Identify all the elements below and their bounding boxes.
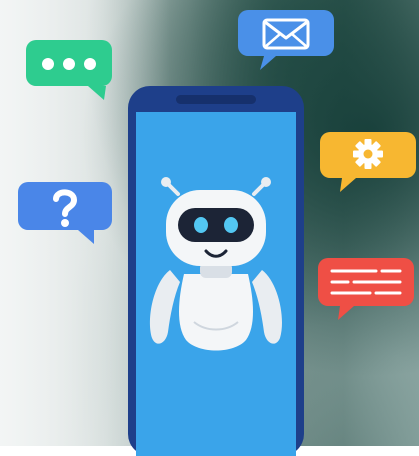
smartphone-icon — [128, 86, 304, 456]
gear-icon — [320, 132, 416, 192]
mail-icon — [238, 10, 334, 70]
text-lines-icon — [318, 258, 414, 320]
chat-bubble-icon — [26, 40, 112, 100]
question-icon — [18, 182, 112, 244]
